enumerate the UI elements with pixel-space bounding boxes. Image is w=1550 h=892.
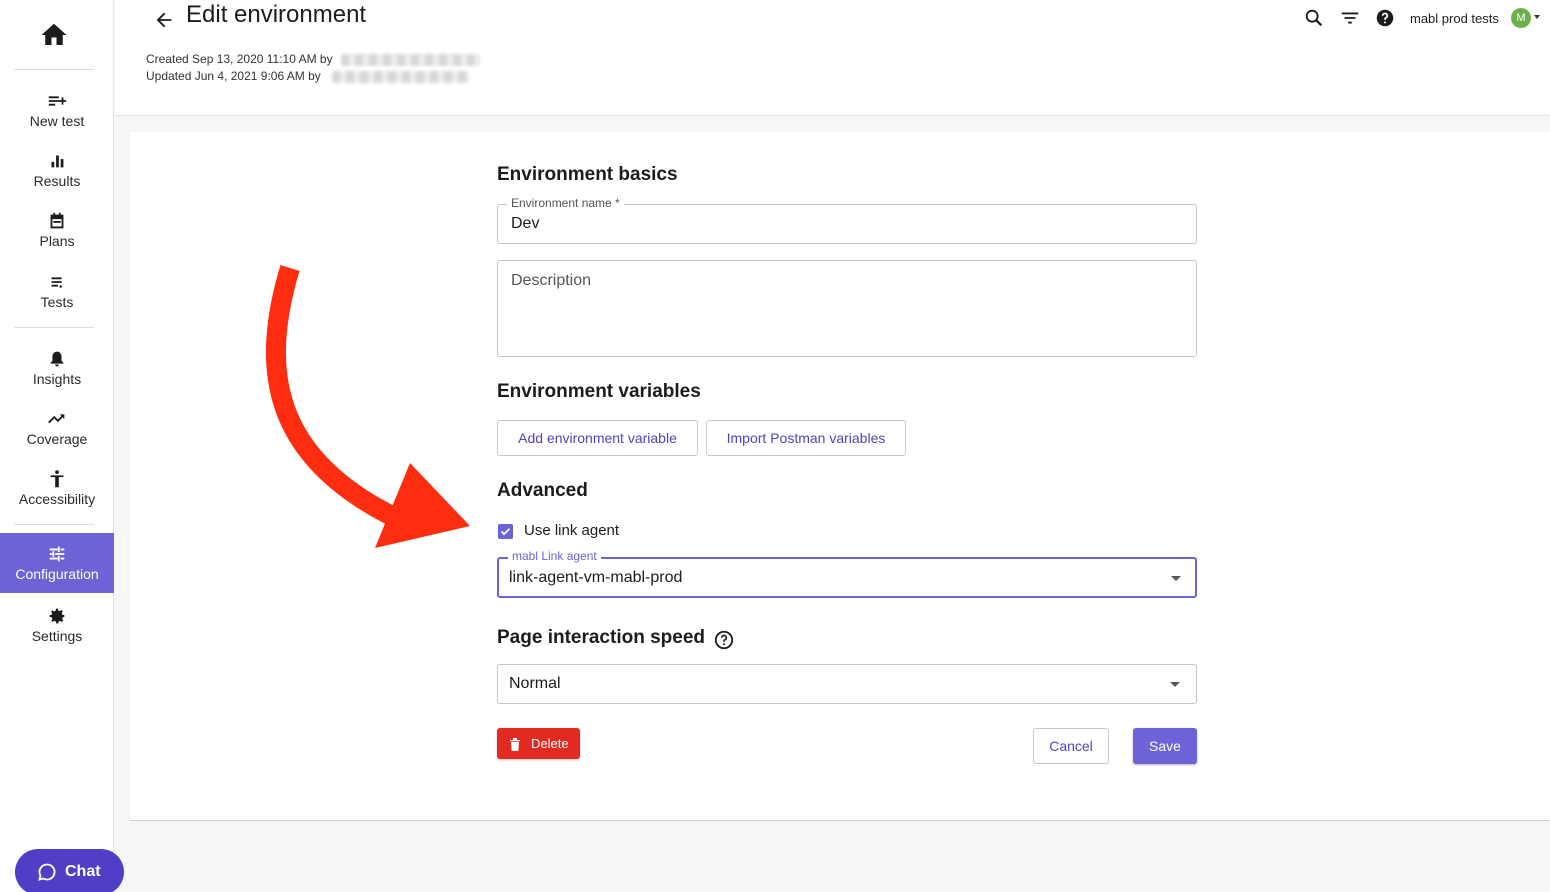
use-link-agent-checkbox[interactable] [498,524,513,539]
section-heading-variables: Environment variables [497,381,701,402]
sidebar-divider [14,69,94,70]
sidebar-item-coverage[interactable]: Coverage [0,408,114,466]
calendar-icon [50,212,64,229]
use-link-agent-label: Use link agent [524,522,620,539]
back-arrow-icon[interactable] [153,9,175,31]
checkmark-icon [500,528,511,536]
page-interaction-speed-select[interactable]: Normal [497,664,1197,704]
chat-button[interactable]: Chat [15,849,124,892]
sidebar-item-settings[interactable]: Settings [0,605,114,663]
sidebar-divider [14,524,94,525]
annotation-arrow [266,265,470,548]
sidebar-item-insights[interactable]: Insights [0,348,114,406]
help-icon[interactable] [1374,7,1396,29]
sidebar-item-label: Results [33,173,81,189]
sidebar-item-label: New test [29,113,85,129]
description-field[interactable]: Description [497,260,1197,357]
filter-icon[interactable] [1339,7,1361,29]
speed-value: Normal [509,675,561,692]
environment-name-value: Dev [511,215,540,232]
sidebar-item-label: Configuration [15,566,99,582]
sidebar-item-label: Coverage [26,431,88,447]
section-heading-basics: Environment basics [497,164,678,185]
section-heading-speed: Page interaction speed [497,627,706,648]
bell-icon [50,351,64,367]
sidebar-item-label: Settings [31,628,83,644]
sidebar-item-label: Plans [39,233,75,249]
tune-icon [49,546,65,562]
sidebar-item-label: Accessibility [18,491,96,507]
list-icon [51,277,63,289]
sidebar-item-label: Insights [32,371,82,387]
account-caret-icon[interactable] [1534,15,1540,19]
sidebar-divider [14,327,94,328]
bar-chart-icon [51,155,64,168]
add-environment-variable-button[interactable]: Add environment variable [497,420,698,456]
page-header: Edit environment Created Sep 13, 2020 11… [115,0,1550,116]
delete-label: Delete [531,736,569,751]
link-agent-value: link-agent-vm-mabl-prod [509,569,683,586]
sidebar-item-new-test[interactable]: New test [0,90,114,148]
redacted-user [341,54,481,66]
avatar[interactable]: M [1511,8,1531,28]
redacted-user [332,71,469,83]
delete-button[interactable]: Delete [497,728,580,759]
field-label: Environment name * [507,196,624,210]
field-label: mabl Link agent [508,549,601,563]
account-name[interactable]: mabl prod tests [1410,11,1499,26]
sidebar: New test Results Plans Tests Insights Co… [0,0,114,892]
sidebar-item-tests[interactable]: Tests [0,271,114,329]
sidebar-item-plans[interactable]: Plans [0,210,114,268]
page-title: Edit environment [186,1,367,28]
help-circle-icon[interactable] [713,629,735,651]
home-icon[interactable] [38,20,70,50]
sidebar-item-label: Tests [40,294,74,310]
created-meta: Created Sep 13, 2020 11:10 AM by [146,52,333,66]
section-heading-advanced: Advanced [497,480,588,501]
chat-bubble-icon [38,863,56,881]
description-placeholder: Description [511,272,592,289]
new-test-icon [48,96,67,106]
trending-up-icon [48,414,65,424]
sidebar-item-accessibility[interactable]: Accessibility [0,468,114,526]
updated-meta: Updated Jun 4, 2021 9:06 AM by [146,69,321,83]
sidebar-item-results[interactable]: Results [0,150,114,208]
cancel-button[interactable]: Cancel [1033,728,1109,764]
import-postman-variables-button[interactable]: Import Postman variables [706,420,906,456]
chevron-down-icon [1170,682,1180,687]
trash-icon [510,737,520,751]
environment-name-field[interactable]: Environment name * Dev [497,196,1197,244]
accessibility-icon [50,470,64,488]
sidebar-item-configuration[interactable]: Configuration [0,533,114,593]
chat-label: Chat [65,863,101,880]
chevron-down-icon [1171,576,1181,581]
search-icon[interactable] [1303,7,1325,29]
save-button[interactable]: Save [1133,728,1197,764]
gear-icon [49,608,65,624]
link-agent-select[interactable]: mabl Link agent link-agent-vm-mabl-prod [497,549,1197,598]
